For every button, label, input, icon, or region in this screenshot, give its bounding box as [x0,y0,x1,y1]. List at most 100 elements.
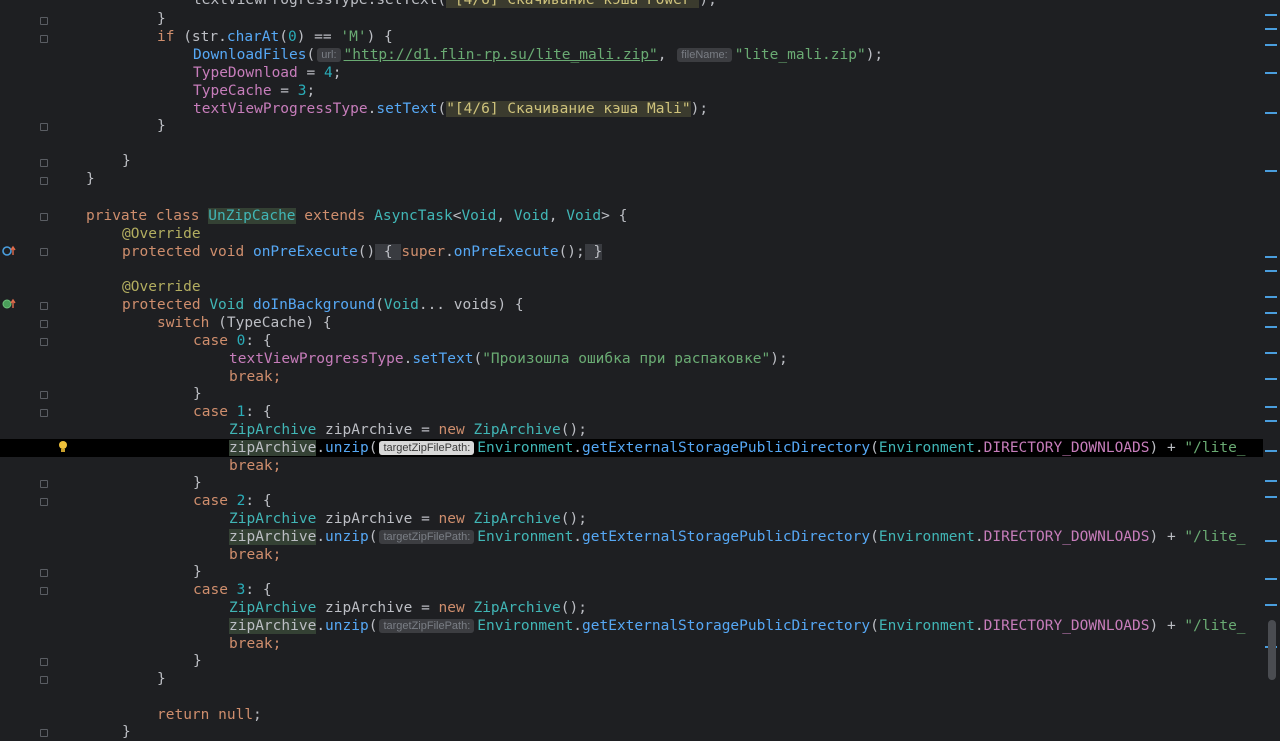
fold-toggle-icon[interactable] [40,248,48,256]
error-stripe-mark[interactable] [1265,480,1277,482]
override-up-arrow-icon[interactable] [2,298,16,310]
error-stripe-mark[interactable] [1265,450,1277,452]
fold-toggle-icon[interactable] [40,213,48,221]
code-line[interactable]: zipArchive.unzip(targetZipFilePath: Envir… [0,528,1263,546]
fold-toggle-icon[interactable] [40,729,48,737]
code-line[interactable]: } [0,152,1263,170]
code-line[interactable]: case 0: { [0,332,1263,350]
method-call: DownloadFiles [193,47,307,63]
code-line[interactable]: } [0,563,1263,581]
fold-toggle-icon[interactable] [40,17,48,25]
code-line[interactable]: ZipArchive zipArchive = new ZipArchive()… [0,421,1263,439]
error-stripe-mark[interactable] [1265,112,1277,114]
url-string-literal[interactable]: "http://d1.flin-rp.su/lite_mali.zip" [344,47,658,63]
class-reference: Environment [477,618,574,634]
error-stripe-mark[interactable] [1265,378,1277,380]
fold-toggle-icon[interactable] [40,480,48,488]
code-line[interactable]: return null; [0,706,1263,724]
type-reference: ZipArchive [229,511,317,527]
code-line[interactable]: TypeDownload = 4; [0,64,1263,82]
code-line[interactable]: } [0,10,1263,28]
current-code-line[interactable]: zipArchive.unzip(targetZipFilePath: Envir… [0,439,1263,457]
lightbulb-icon[interactable] [58,440,68,452]
code-line[interactable]: } [0,117,1263,135]
fold-toggle-icon[interactable] [40,177,48,185]
variable-usage[interactable]: zipArchive [229,529,317,545]
code-line[interactable]: } [0,652,1263,670]
fold-toggle-icon[interactable] [40,676,48,684]
error-stripe-mark[interactable] [1265,406,1277,408]
error-stripe-mark[interactable] [1265,312,1277,314]
error-stripe-mark[interactable] [1265,170,1277,172]
code-line[interactable]: protected void onPreExecute() { super.on… [0,243,1263,261]
editor-scrollbar[interactable] [1263,0,1280,741]
error-stripe-mark[interactable] [1265,496,1277,498]
code-line[interactable]: switch (TypeCache) { [0,314,1263,332]
code-line[interactable]: textViewProgressType.setText("Произошла … [0,350,1263,368]
fold-toggle-icon[interactable] [40,159,48,167]
error-stripe-mark[interactable] [1265,326,1277,328]
error-stripe-mark[interactable] [1265,44,1277,46]
error-stripe-mark[interactable] [1265,578,1277,580]
error-stripe-mark[interactable] [1265,296,1277,298]
folded-region-start[interactable]: { [375,244,402,260]
scrollbar-thumb[interactable] [1268,620,1276,680]
fold-toggle-icon[interactable] [40,35,48,43]
code-line[interactable]: break; [0,368,1263,386]
code-editor[interactable]: textViewProgressType.setText("[4/6] Скач… [0,0,1263,741]
code-line[interactable]: zipArchive.unzip(targetZipFilePath: Envir… [0,617,1263,635]
code-line[interactable]: if (str.charAt(0) == 'M') { [0,28,1263,46]
error-stripe-mark[interactable] [1265,270,1277,272]
code-line[interactable]: break; [0,635,1263,653]
code-line[interactable]: textViewProgressType.setText("[4/6] Скач… [0,100,1263,118]
code-line[interactable]: @Override [0,225,1263,243]
fold-toggle-icon[interactable] [40,498,48,506]
variable-usage[interactable]: zipArchive [229,440,317,456]
code-line[interactable]: } [0,723,1263,741]
code-line[interactable]: TypeCache = 3; [0,82,1263,100]
folded-region-end[interactable]: } [584,244,603,260]
override-up-arrow-icon[interactable] [2,245,16,257]
variable-usage[interactable]: zipArchive [229,618,317,634]
code-line[interactable]: case 3: { [0,581,1263,599]
code-line[interactable]: break; [0,546,1263,564]
error-stripe-mark[interactable] [1265,72,1277,74]
error-stripe-mark[interactable] [1265,420,1277,422]
error-stripe-mark[interactable] [1265,256,1277,258]
brace: } [122,724,131,740]
class-reference: Environment [878,529,975,545]
fold-toggle-icon[interactable] [40,320,48,328]
error-stripe-mark[interactable] [1265,604,1277,606]
code-line[interactable]: } [0,474,1263,492]
fold-toggle-icon[interactable] [40,391,48,399]
constant-reference: DIRECTORY_DOWNLOADS [983,440,1150,456]
code-line[interactable]: DownloadFiles(url: "http://d1.flin-rp.su/… [0,46,1263,64]
code-line[interactable]: ZipArchive zipArchive = new ZipArchive()… [0,510,1263,528]
code-line[interactable]: @Override [0,278,1263,296]
error-stripe-mark[interactable] [1265,352,1277,354]
error-stripe-mark[interactable] [1265,540,1277,542]
fold-toggle-icon[interactable] [40,302,48,310]
error-stripe-mark[interactable] [1265,28,1277,30]
code-line[interactable]: } [0,385,1263,403]
code-line[interactable]: case 2: { [0,492,1263,510]
code-line[interactable]: } [0,170,1263,188]
code-line[interactable]: protected Void doInBackground(Void... vo… [0,296,1263,314]
fold-toggle-icon[interactable] [40,587,48,595]
type-reference: ZipArchive [229,600,317,616]
code-line[interactable]: case 1: { [0,403,1263,421]
fold-toggle-icon[interactable] [40,409,48,417]
code-line[interactable]: private class UnZipCache extends AsyncTa… [0,207,1263,225]
error-stripe-mark[interactable] [1265,14,1277,16]
fold-toggle-icon[interactable] [40,569,48,577]
fold-toggle-icon[interactable] [40,123,48,131]
code-line[interactable]: } [0,670,1263,688]
code-line[interactable]: ZipArchive zipArchive = new ZipArchive()… [0,599,1263,617]
brace: } [193,386,202,402]
fold-toggle-icon[interactable] [40,338,48,346]
class-name[interactable]: UnZipCache [208,208,296,224]
code-line[interactable]: textViewProgressType.setText("[4/6] Скач… [0,0,1263,9]
fold-toggle-icon[interactable] [40,658,48,666]
code-line[interactable]: break; [0,457,1263,475]
code-token: () [357,244,376,260]
